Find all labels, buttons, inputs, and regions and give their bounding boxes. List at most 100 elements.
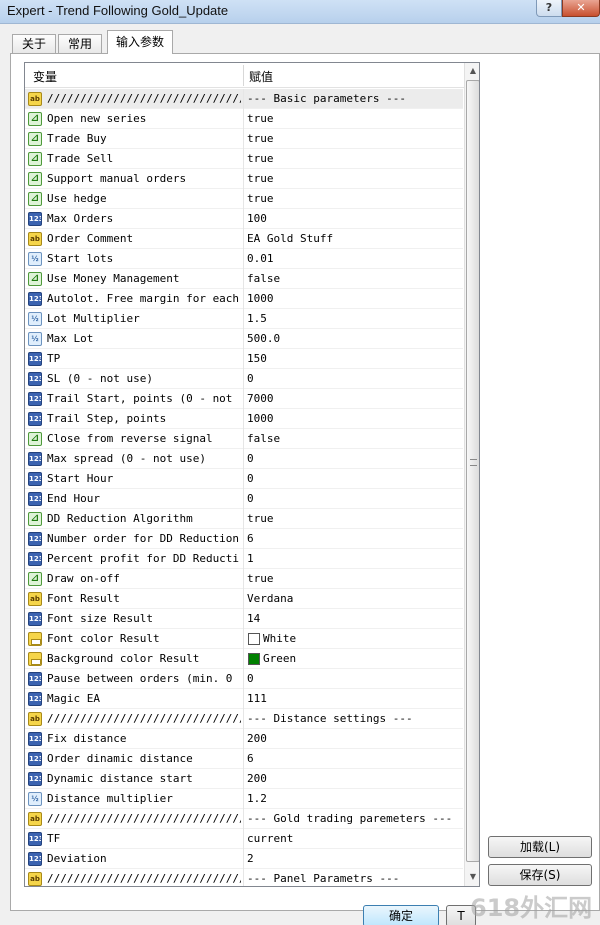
parameter-row[interactable]: ½ Distance multiplier 1.2: [25, 789, 463, 809]
parameter-row[interactable]: Background color Result Green: [25, 649, 463, 669]
help-button[interactable]: ?: [536, 0, 562, 17]
parameter-row[interactable]: ⊿ Open new series true: [25, 109, 463, 129]
column-header-variable[interactable]: 变量: [33, 68, 57, 85]
parameter-row[interactable]: 123 Pause between orders (min. 0 ... 0: [25, 669, 463, 689]
parameter-value[interactable]: true: [247, 172, 459, 185]
parameter-value[interactable]: 1.2: [247, 792, 459, 805]
parameter-value[interactable]: 0: [247, 672, 459, 685]
save-button[interactable]: 保存(S): [488, 864, 592, 886]
parameter-row[interactable]: ab Font Result Verdana: [25, 589, 463, 609]
parameter-value[interactable]: --- Panel Parametrs ---: [247, 872, 459, 885]
int-type-icon: 123: [28, 472, 42, 486]
parameter-row[interactable]: 123 Dynamic distance start 200: [25, 769, 463, 789]
tab-inputs[interactable]: 输入参数: [107, 30, 173, 54]
color-swatch[interactable]: [248, 633, 260, 645]
parameter-name: Draw on-off: [47, 572, 120, 585]
parameter-value[interactable]: true: [247, 112, 459, 125]
parameter-value[interactable]: 111: [247, 692, 459, 705]
tab-common[interactable]: 常用: [58, 34, 102, 53]
cell-divider: [243, 549, 244, 569]
parameter-row[interactable]: 123 Font size Result 14: [25, 609, 463, 629]
scroll-down-arrow-icon[interactable]: ▼: [465, 869, 479, 885]
parameter-value[interactable]: 100: [247, 212, 459, 225]
column-header-value[interactable]: 赋值: [249, 68, 273, 85]
parameter-row[interactable]: Font color Result White: [25, 629, 463, 649]
parameter-value[interactable]: EA Gold Stuff: [247, 232, 459, 245]
parameter-row[interactable]: ⊿ Trade Sell true: [25, 149, 463, 169]
parameter-value[interactable]: White: [263, 632, 475, 645]
parameter-value[interactable]: 6: [247, 752, 459, 765]
parameter-value[interactable]: --- Gold trading paremeters ---: [247, 812, 459, 825]
parameter-row[interactable]: ab //////////////////////////////////////…: [25, 869, 463, 886]
parameter-row[interactable]: 123 Trail Step, points 1000: [25, 409, 463, 429]
parameter-value[interactable]: 2: [247, 852, 459, 865]
parameter-row[interactable]: ab //////////////////////////////////////…: [25, 89, 463, 109]
vertical-scrollbar[interactable]: ▲ ▼: [464, 63, 479, 886]
parameter-value[interactable]: 1: [247, 552, 459, 565]
parameter-value[interactable]: 1000: [247, 292, 459, 305]
parameter-row[interactable]: ⊿ Support manual orders true: [25, 169, 463, 189]
parameter-row[interactable]: ⊿ Close from reverse signal false: [25, 429, 463, 449]
parameter-value[interactable]: true: [247, 572, 459, 585]
parameter-value[interactable]: 0: [247, 472, 459, 485]
parameter-value[interactable]: --- Basic parameters ---: [247, 92, 459, 105]
parameter-row[interactable]: 123 Magic EA 111: [25, 689, 463, 709]
parameter-value[interactable]: true: [247, 512, 459, 525]
parameter-row[interactable]: ½ Start lots 0.01: [25, 249, 463, 269]
parameter-value[interactable]: false: [247, 272, 459, 285]
color-swatch[interactable]: [248, 653, 260, 665]
ok-button[interactable]: 确定: [363, 905, 439, 925]
tab-about[interactable]: 关于: [12, 34, 56, 53]
parameter-row[interactable]: 123 Max Orders 100: [25, 209, 463, 229]
column-divider[interactable]: [243, 65, 244, 86]
parameter-row[interactable]: 123 Fix distance 200: [25, 729, 463, 749]
parameter-value[interactable]: 7000: [247, 392, 459, 405]
parameter-value[interactable]: true: [247, 192, 459, 205]
parameter-value[interactable]: 0: [247, 372, 459, 385]
parameter-value[interactable]: 0.01: [247, 252, 459, 265]
parameter-value[interactable]: 1.5: [247, 312, 459, 325]
parameter-value[interactable]: true: [247, 132, 459, 145]
parameter-value[interactable]: 150: [247, 352, 459, 365]
parameter-row[interactable]: 123 Deviation 2: [25, 849, 463, 869]
parameter-row[interactable]: 123 Percent profit for DD Reducti... 1: [25, 549, 463, 569]
parameter-value[interactable]: 200: [247, 732, 459, 745]
load-button[interactable]: 加载(L): [488, 836, 592, 858]
parameter-row[interactable]: ⊿ Trade Buy true: [25, 129, 463, 149]
parameter-value[interactable]: 1000: [247, 412, 459, 425]
parameter-row[interactable]: ⊿ Use Money Management false: [25, 269, 463, 289]
parameter-value[interactable]: current: [247, 832, 459, 845]
parameter-row[interactable]: 123 Start Hour 0: [25, 469, 463, 489]
parameter-value[interactable]: --- Distance settings ---: [247, 712, 459, 725]
parameter-value[interactable]: true: [247, 152, 459, 165]
parameter-row[interactable]: ab Order Comment EA Gold Stuff: [25, 229, 463, 249]
parameter-row[interactable]: ⊿ Draw on-off true: [25, 569, 463, 589]
close-button[interactable]: ✕: [562, 0, 600, 17]
parameter-value[interactable]: 0: [247, 452, 459, 465]
parameter-row[interactable]: 123 Order dinamic distance 6: [25, 749, 463, 769]
parameter-value[interactable]: 6: [247, 532, 459, 545]
parameter-row[interactable]: 123 SL (0 - not use) 0: [25, 369, 463, 389]
parameter-value[interactable]: 0: [247, 492, 459, 505]
scroll-up-arrow-icon[interactable]: ▲: [465, 63, 479, 79]
parameter-row[interactable]: 123 Trail Start, points (0 - not ... 7000: [25, 389, 463, 409]
parameter-row[interactable]: 123 TP 150: [25, 349, 463, 369]
parameter-value[interactable]: Verdana: [247, 592, 459, 605]
parameter-value[interactable]: Green: [263, 652, 475, 665]
parameter-value[interactable]: false: [247, 432, 459, 445]
parameter-value[interactable]: 200: [247, 772, 459, 785]
parameter-row[interactable]: ab //////////////////////////////////////…: [25, 809, 463, 829]
parameter-value[interactable]: 14: [247, 612, 459, 625]
parameter-row[interactable]: 123 Autolot. Free margin for each... 1000: [25, 289, 463, 309]
parameter-row[interactable]: 123 End Hour 0: [25, 489, 463, 509]
parameter-row[interactable]: ab //////////////////////////////////////…: [25, 709, 463, 729]
parameter-row[interactable]: 123 Number order for DD Reduction... 6: [25, 529, 463, 549]
parameter-row[interactable]: 123 Max spread (0 - not use) 0: [25, 449, 463, 469]
scroll-thumb[interactable]: [466, 80, 479, 862]
parameter-value[interactable]: 500.0: [247, 332, 459, 345]
parameter-row[interactable]: ⊿ DD Reduction Algorithm true: [25, 509, 463, 529]
parameter-row[interactable]: 123 TF current: [25, 829, 463, 849]
parameter-row[interactable]: ½ Lot Multiplier 1.5: [25, 309, 463, 329]
parameter-row[interactable]: ½ Max Lot 500.0: [25, 329, 463, 349]
parameter-row[interactable]: ⊿ Use hedge true: [25, 189, 463, 209]
